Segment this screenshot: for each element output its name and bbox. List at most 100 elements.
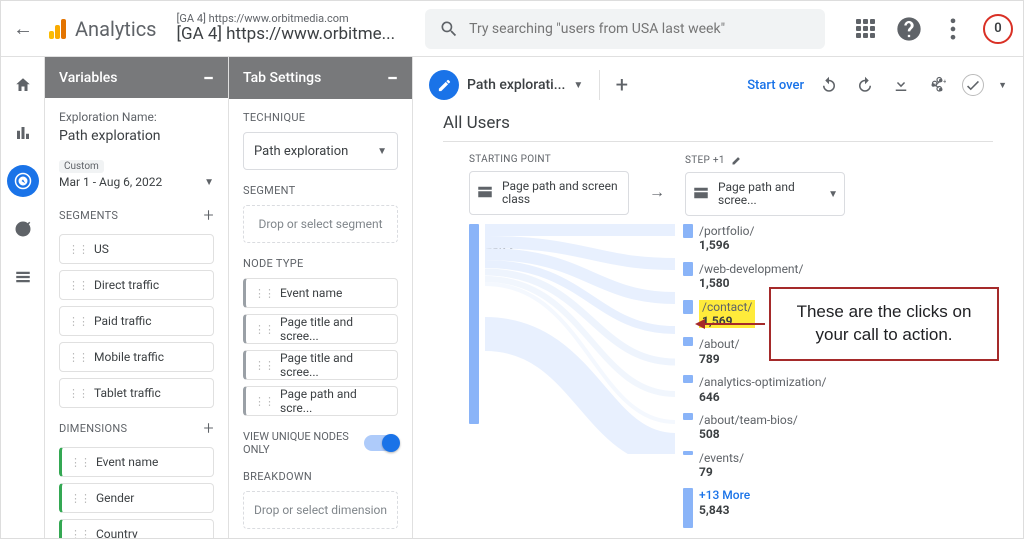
search-box[interactable] <box>425 9 825 49</box>
dimension-chip-label: Gender <box>96 491 134 505</box>
starting-point-selector[interactable]: Page path and screen class <box>469 171 629 215</box>
segment-chip-label: Paid traffic <box>94 314 152 328</box>
start-node[interactable]: /26,796 <box>469 224 629 454</box>
product-name: Analytics <box>75 17 157 41</box>
dimension-chip-label: Country <box>96 527 138 538</box>
dimension-chip[interactable]: ⋮⋮Gender <box>59 483 214 513</box>
node-type-chip[interactable]: ⋮⋮Event name <box>243 278 398 308</box>
dimensions-section-header: DIMENSIONS + <box>59 418 214 439</box>
path-node[interactable]: /portfolio/1,596 <box>683 224 883 253</box>
canvas-toolbar: Path explorati... ▼ + Start over + ▼ <box>413 57 1023 113</box>
drag-grip-icon: ⋮⋮ <box>68 387 88 400</box>
technique-select[interactable]: Path exploration ▼ <box>243 132 398 170</box>
step-1-selector[interactable]: Page path and scree... ▼ <box>685 172 845 216</box>
chevron-down-icon: ▼ <box>377 146 387 157</box>
date-range-selector[interactable]: Mar 1 - Aug 6, 2022 ▼ <box>59 175 214 189</box>
rail-advertising[interactable] <box>7 213 39 245</box>
variables-panel: Variables − Exploration Name: Path explo… <box>45 57 229 538</box>
dimension-chip-label: Event name <box>96 455 158 469</box>
svg-text:+: + <box>943 78 946 86</box>
segment-chip-label: US <box>94 242 109 256</box>
drag-grip-icon: ⋮⋮ <box>70 456 90 469</box>
segment-chip[interactable]: ⋮⋮ Direct traffic <box>59 270 214 300</box>
search-input[interactable] <box>469 21 811 37</box>
segment-label: SEGMENT <box>243 184 398 197</box>
chevron-down-icon: ▼ <box>828 189 838 200</box>
rail-reports[interactable] <box>7 117 39 149</box>
segment-title: All Users <box>443 113 993 142</box>
tab-settings-header: Tab Settings − <box>229 57 412 99</box>
date-range-text: Mar 1 - Aug 6, 2022 <box>59 175 162 189</box>
annotation-arrow-icon <box>695 314 765 334</box>
node-type-chip[interactable]: ⋮⋮ Page path and scre... <box>243 386 398 416</box>
segment-chip-label: Tablet traffic <box>94 386 161 400</box>
exploration-tab[interactable]: Path explorati... ▼ <box>429 70 583 100</box>
rail-home[interactable] <box>7 69 39 101</box>
node-type-chip[interactable]: ⋮⋮Page title and scree... <box>243 314 398 344</box>
chevron-down-icon[interactable]: ▼ <box>998 80 1007 91</box>
rail-configure[interactable] <box>7 261 39 293</box>
date-preset-chip: Custom <box>59 160 104 173</box>
add-dimension-icon[interactable]: + <box>204 418 214 439</box>
add-tab-button[interactable]: + <box>599 70 629 100</box>
starting-point-label: STARTING POINT <box>469 154 629 165</box>
tab-label: Path explorati... <box>467 77 565 93</box>
segment-chip[interactable]: ⋮⋮US <box>59 234 214 264</box>
step-arrow-icon: → <box>649 154 665 216</box>
download-icon[interactable] <box>890 74 912 96</box>
analytics-logo[interactable]: Analytics <box>45 17 157 41</box>
exploration-name-value[interactable]: Path exploration <box>59 128 214 144</box>
property-large: [GA 4] https://www.orbitme... <box>177 25 396 44</box>
node-type-chip-label: Page title and scree... <box>280 351 389 379</box>
chevron-down-icon: ▼ <box>573 80 583 91</box>
node-type-chip-label: Page path and scre... <box>280 387 389 415</box>
edit-step-icon[interactable] <box>731 154 743 166</box>
variables-title: Variables <box>59 70 117 86</box>
account-avatar[interactable]: 0 <box>983 14 1013 44</box>
segment-chip[interactable]: ⋮⋮ Paid traffic <box>59 306 214 336</box>
exploration-canvas: Path explorati... ▼ + Start over + ▼ All… <box>413 57 1023 538</box>
dimension-chip[interactable]: ⋮⋮ Country <box>59 519 214 538</box>
start-over-button[interactable]: Start over <box>747 78 804 93</box>
canvas-tools: Start over + ▼ <box>747 74 1007 96</box>
node-type-chip[interactable]: ⋮⋮Page title and scree... <box>243 350 398 380</box>
node-type-list: ⋮⋮Event name⋮⋮Page title and scree...⋮⋮P… <box>243 278 398 416</box>
breakdown-dropzone[interactable]: Drop or select dimension <box>243 491 398 529</box>
view-unique-toggle[interactable] <box>364 435 398 451</box>
segments-section-header: SEGMENTS + <box>59 205 214 226</box>
page-icon <box>476 183 496 203</box>
page-icon <box>692 184 712 204</box>
path-node[interactable]: /about/team-bios/508 <box>683 413 883 442</box>
share-icon[interactable]: + <box>926 74 948 96</box>
status-check-icon[interactable] <box>962 74 984 96</box>
help-icon[interactable] <box>895 15 923 43</box>
back-arrow[interactable]: ← <box>11 16 35 41</box>
add-segment-icon[interactable]: + <box>204 205 214 226</box>
path-node[interactable]: /analytics-optimization/646 <box>683 375 883 404</box>
undo-icon[interactable] <box>818 74 840 96</box>
node-type-label: NODE TYPE <box>243 257 398 270</box>
segment-dropzone[interactable]: Drop or select segment <box>243 205 398 243</box>
drag-grip-icon: ⋮⋮ <box>70 528 90 538</box>
annotation-callout: These are the clicks on your call to act… <box>695 287 999 361</box>
segment-chip[interactable]: ⋮⋮Mobile traffic <box>59 342 214 372</box>
dimension-chip[interactable]: ⋮⋮ Event name <box>59 447 214 477</box>
app-header: ← Analytics [GA 4] https://www.orbitmedi… <box>1 1 1023 57</box>
segment-chip[interactable]: ⋮⋮ Tablet traffic <box>59 378 214 408</box>
tab-settings-panel: Tab Settings − TECHNIQUE Path exploratio… <box>229 57 413 538</box>
chevron-down-icon: ▼ <box>204 177 214 188</box>
property-selector[interactable]: [GA 4] https://www.orbitmedia.com [GA 4]… <box>177 13 396 44</box>
rail-explore[interactable] <box>7 165 39 197</box>
more-vert-icon[interactable] <box>939 15 967 43</box>
step-1-label: STEP +1 <box>685 154 845 166</box>
drag-grip-icon: ⋮⋮ <box>68 279 88 292</box>
analytics-logo-icon <box>45 17 69 41</box>
path-node[interactable]: /events/79 <box>683 451 883 480</box>
segment-chip-label: Direct traffic <box>94 278 159 292</box>
path-node-more[interactable]: +13 More5,843 <box>683 488 883 528</box>
drag-grip-icon: ⋮⋮ <box>254 395 274 408</box>
redo-icon[interactable] <box>854 74 876 96</box>
drag-grip-icon: ⋮⋮ <box>68 315 88 328</box>
apps-icon[interactable] <box>851 15 879 43</box>
edit-icon <box>429 70 459 100</box>
